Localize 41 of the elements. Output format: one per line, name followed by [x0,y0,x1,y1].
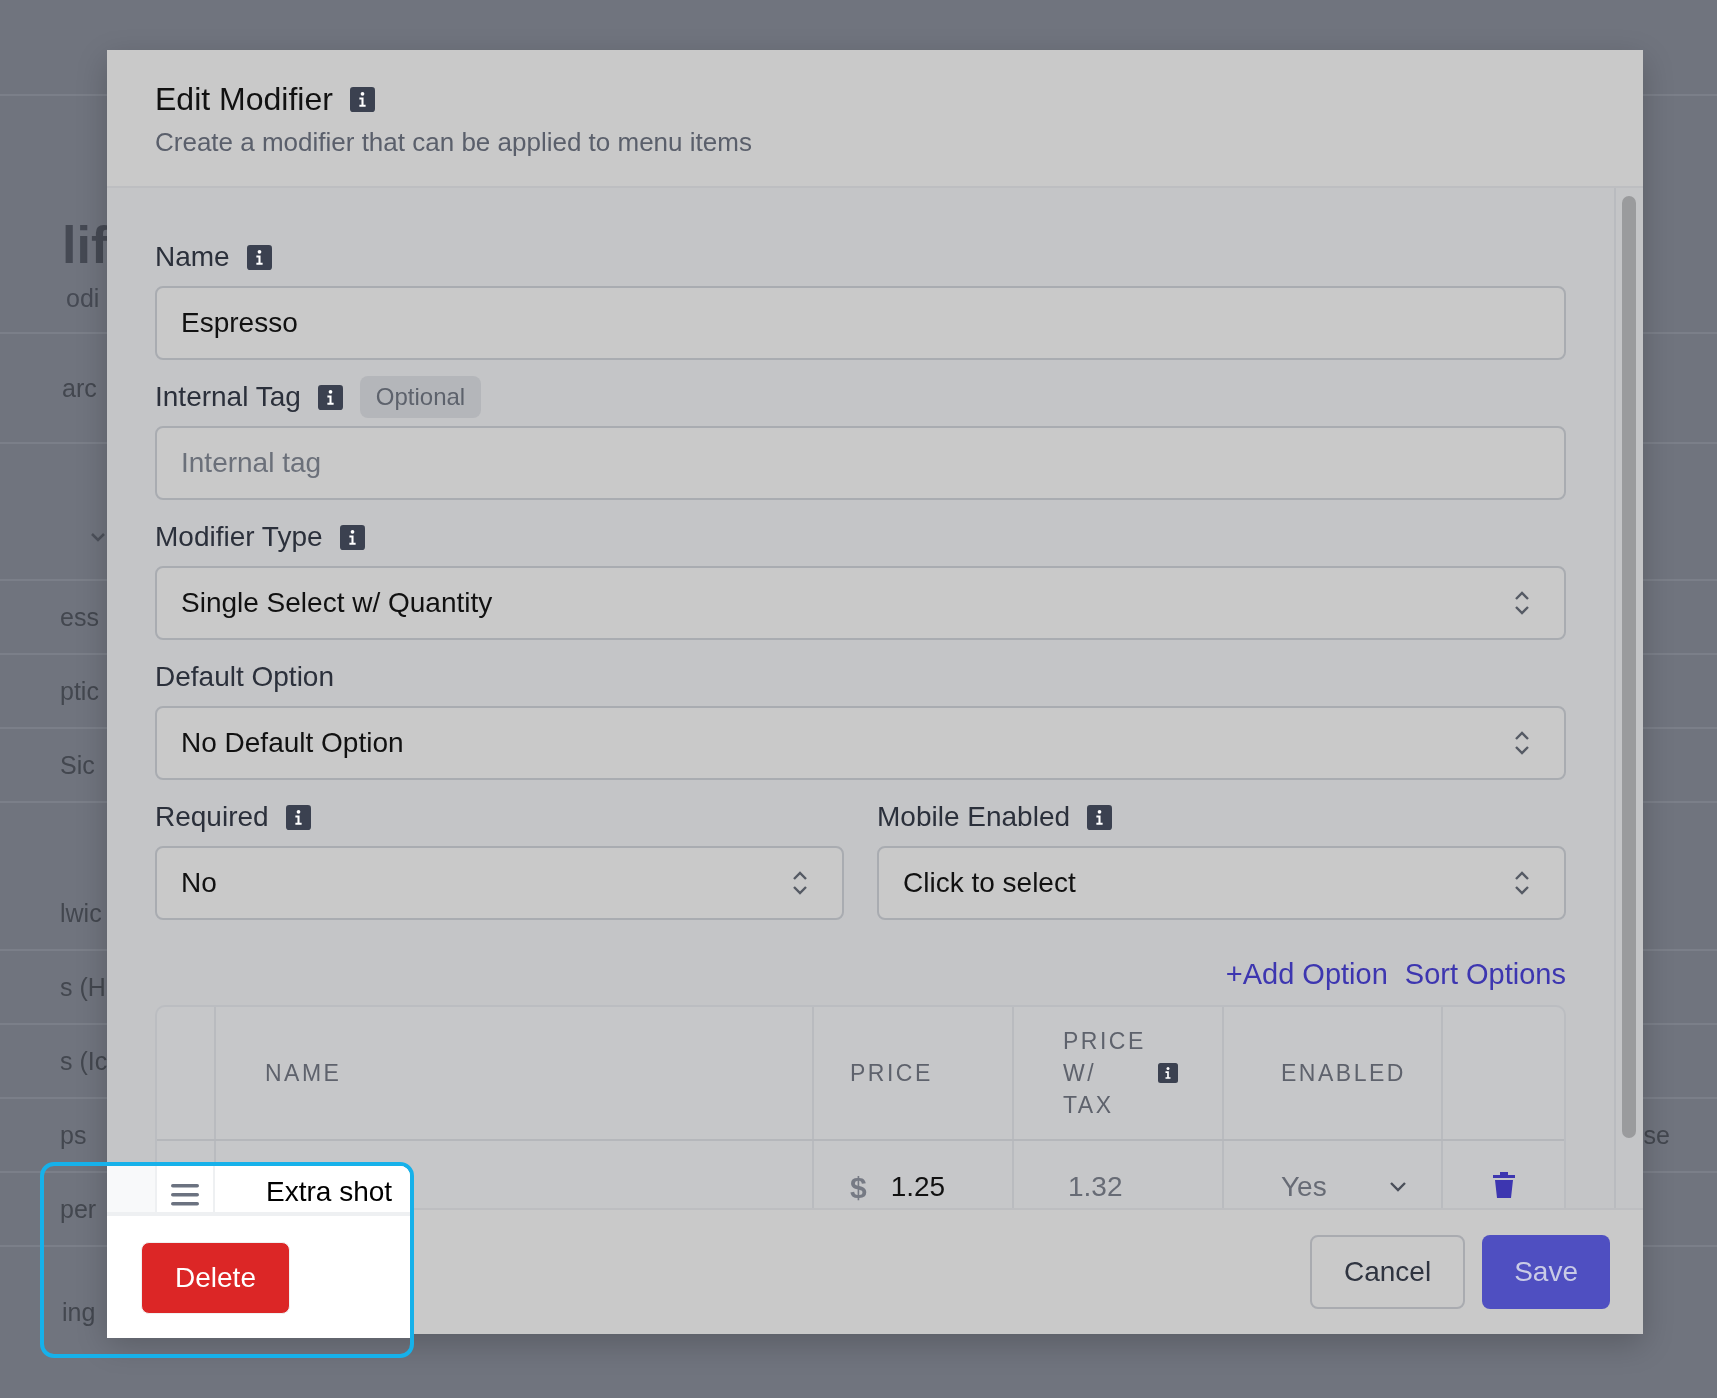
column-header: PRICE W/ TAX [1063,1027,1146,1120]
modal-subtitle: Create a modifier that can be applied to menu items [155,126,753,159]
column-header: NAME [265,1059,342,1088]
drag-handle-icon[interactable] [171,1182,199,1206]
select-field[interactable]: Click to select [877,846,1566,920]
trash-icon[interactable] [1491,1171,1516,1199]
table-cell: 1.32 [1068,1171,1123,1203]
option-link[interactable]: Sort Options [1404,956,1566,992]
updown-chevron-icon [792,870,808,896]
info-icon[interactable] [317,384,343,410]
field-label: Modifier Type [155,521,323,553]
info-icon[interactable] [1087,804,1113,830]
chevron-down-icon[interactable] [1389,1181,1407,1193]
field-label: Required [155,801,269,833]
select-field[interactable]: No Default Option [155,706,1566,780]
currency-sign: $ [850,1171,867,1205]
delete-button[interactable]: Delete [141,1242,290,1314]
field-label: Mobile Enabled [877,801,1071,833]
field-label: Internal Tag [155,381,301,413]
text-field[interactable]: Espresso [155,286,1566,360]
select-field[interactable]: Single Select w/ Quantity [155,566,1566,640]
updown-chevron-icon [1514,870,1530,896]
updown-chevron-icon [1514,730,1530,756]
info-icon[interactable] [246,244,272,270]
select-field[interactable]: No [155,846,844,920]
info-icon[interactable] [285,804,311,830]
cancel-button[interactable]: Cancel [1310,1235,1466,1309]
optional-badge: Optional [359,376,482,418]
price-field[interactable]: 1.25 [890,1171,946,1203]
option-link[interactable]: +Add Option [1225,956,1388,992]
info-icon[interactable] [1157,1063,1178,1083]
modal-title: Edit Modifier [155,80,333,119]
column-header: PRICE [850,1059,933,1088]
info-icon[interactable] [339,524,365,550]
scrollbar[interactable] [1622,196,1636,1138]
column-header: ENABLED [1281,1059,1406,1088]
field-label: Name [155,241,230,273]
field-label: Default Option [155,661,334,693]
updown-chevron-icon [1514,590,1530,616]
save-button[interactable]: Save [1482,1235,1610,1309]
info-icon[interactable] [349,86,375,112]
